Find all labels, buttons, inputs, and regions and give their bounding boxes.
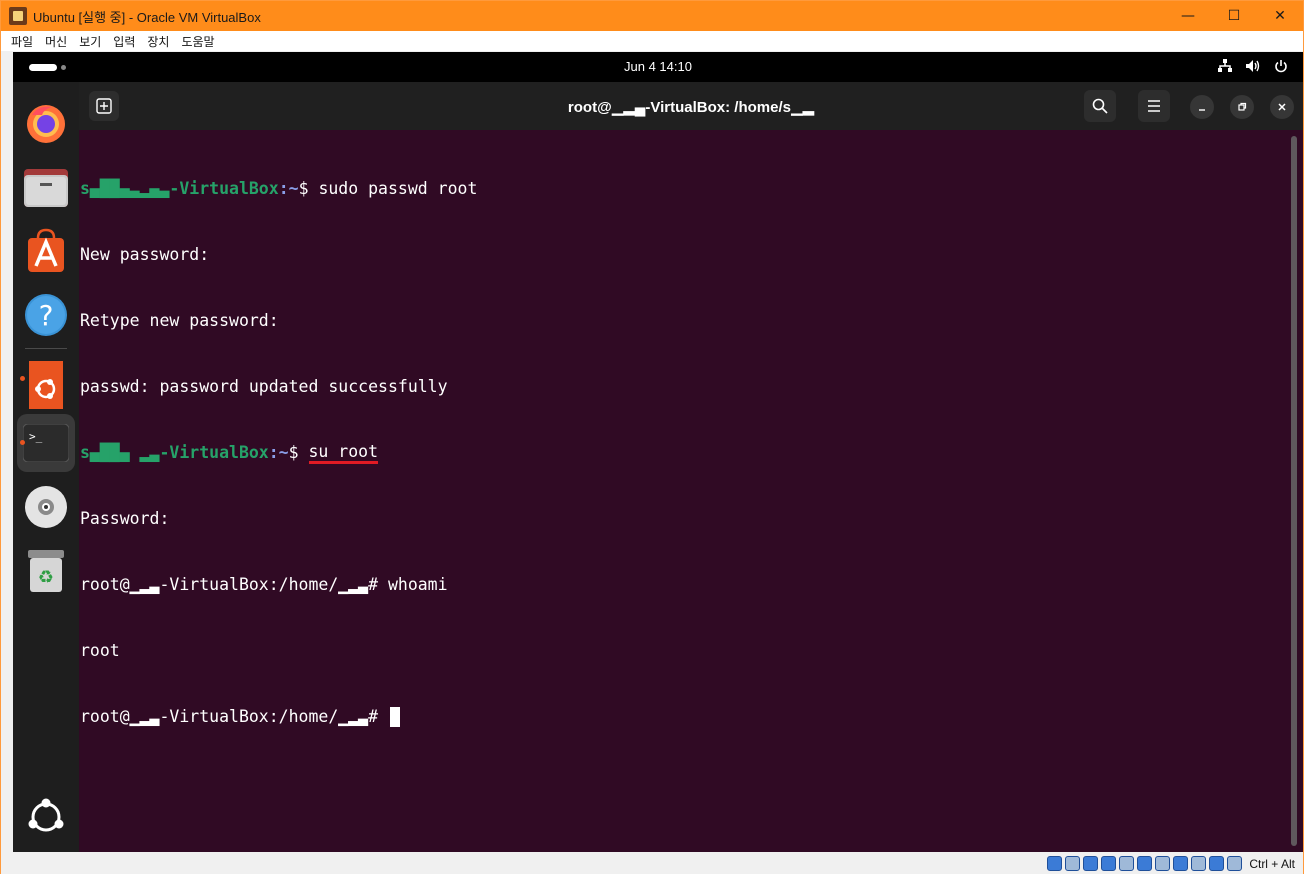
svg-text:♻: ♻ <box>38 567 54 588</box>
terminal-line: passwd: password updated successfully <box>80 376 1289 398</box>
show-apps-button[interactable] <box>17 788 75 846</box>
running-indicator <box>20 376 25 381</box>
prompt-user-host: s▄██▄▃▂▄▃-VirtualBox <box>80 179 279 198</box>
search-icon <box>1092 98 1108 114</box>
restore-icon <box>1238 102 1247 111</box>
terminal-launcher[interactable]: >_ <box>17 414 75 472</box>
output-text: New password: <box>80 245 210 264</box>
minimize-icon <box>1199 109 1205 111</box>
disc-icon <box>25 486 67 528</box>
firefox-launcher[interactable] <box>17 94 75 152</box>
output-text: root@▁▂▃-VirtualBox:/home/▁▂▃# whoami <box>80 575 448 594</box>
menu-file[interactable]: 파일 <box>5 33 39 50</box>
terminal-line: root <box>80 640 1289 662</box>
close-button[interactable]: ✕ <box>1257 1 1303 31</box>
recording-icon[interactable] <box>1173 856 1189 871</box>
terminal-line: Password: <box>80 508 1289 530</box>
terminal-line: Retype new password: <box>80 310 1289 332</box>
trash-launcher[interactable]: ♻ <box>17 542 75 600</box>
search-button[interactable] <box>1084 90 1116 122</box>
host-key-label: Ctrl + Alt <box>1249 856 1295 871</box>
host-titlebar[interactable]: Ubuntu [실행 중] - Oracle VM VirtualBox — ☐… <box>1 1 1303 31</box>
svg-text:?: ? <box>39 299 54 332</box>
app-center-icon <box>28 228 64 272</box>
help-icon: ? <box>25 294 67 336</box>
ubuntu-logo-icon <box>29 361 63 409</box>
prompt-path: :~ <box>268 443 289 462</box>
terminal-scrollbar[interactable] <box>1291 136 1297 846</box>
usb-icon[interactable] <box>1119 856 1135 871</box>
text-cursor <box>389 707 400 727</box>
output-text: root@▁▂▃-VirtualBox:/home/▁▂▃# <box>80 707 388 726</box>
display-icon[interactable] <box>1155 856 1171 871</box>
dock: ? >_ ♻ <box>13 82 79 852</box>
command-text: sudo passwd root <box>318 179 478 198</box>
ubuntu-launcher[interactable] <box>17 356 75 414</box>
files-launcher[interactable] <box>17 158 75 216</box>
menu-help[interactable]: 도움말 <box>175 33 220 50</box>
vm-display[interactable]: Jun 4 14:10 ? >_ ♻ root@▁▂▄-VirtualBox: … <box>13 52 1303 852</box>
prompt-path: :~ <box>278 179 299 198</box>
network-icon <box>1217 58 1233 74</box>
menu-machine[interactable]: 머신 <box>39 33 73 50</box>
highlighted-command: su root <box>308 442 379 464</box>
terminal-window[interactable]: root@▁▂▄-VirtualBox: /home/s▁▂ s▄██▄▃▂▄▃… <box>79 82 1303 852</box>
host-window-title: Ubuntu [실행 중] - Oracle VM VirtualBox <box>33 9 261 25</box>
gnome-top-bar: Jun 4 14:10 <box>13 52 1303 82</box>
audio-icon[interactable] <box>1083 856 1099 871</box>
files-icon <box>24 169 68 207</box>
terminal-title: root@▁▂▄-VirtualBox: /home/s▁▂ <box>567 99 815 116</box>
close-icon <box>1278 103 1286 111</box>
menu-input[interactable]: 입력 <box>107 33 141 50</box>
app-center-launcher[interactable] <box>17 222 75 280</box>
terminal-maximize-button[interactable] <box>1230 95 1254 119</box>
terminal-line: s▄██▄ ▂▃-VirtualBox:~ $ su root <box>80 442 1289 464</box>
show-apps-icon <box>28 798 64 832</box>
minimize-button[interactable]: — <box>1165 1 1211 31</box>
host-statusbar: Ctrl + Alt <box>1 853 1303 874</box>
keyboard-icon[interactable] <box>1227 856 1243 871</box>
svg-text:>_: >_ <box>29 430 43 443</box>
clock[interactable]: Jun 4 14:10 <box>13 59 1303 74</box>
prompt-sign: $ <box>298 179 319 198</box>
terminal-minimize-button[interactable] <box>1190 95 1214 119</box>
output-text: root <box>80 641 120 660</box>
menu-devices[interactable]: 장치 <box>141 33 175 50</box>
hamburger-icon <box>1148 100 1160 112</box>
mouse-integration-icon[interactable] <box>1209 856 1225 871</box>
terminal-line: New password: <box>80 244 1289 266</box>
optical-drive-icon[interactable] <box>1065 856 1081 871</box>
prompt-sign: $ <box>288 443 309 462</box>
power-icon <box>1273 58 1289 74</box>
terminal-output[interactable]: s▄██▄▃▂▄▃-VirtualBox:~ $ sudo passwd root… <box>79 130 1289 852</box>
hard-disk-icon[interactable] <box>1047 856 1063 871</box>
volume-icon <box>1245 58 1261 74</box>
terminal-headerbar[interactable]: root@▁▂▄-VirtualBox: /home/s▁▂ <box>79 82 1303 130</box>
trash-icon: ♻ <box>28 550 64 592</box>
menu-view[interactable]: 보기 <box>73 33 107 50</box>
virtualbox-window: Ubuntu [실행 중] - Oracle VM VirtualBox — ☐… <box>0 0 1304 874</box>
shared-folders-icon[interactable] <box>1137 856 1153 871</box>
network-adapter-icon[interactable] <box>1101 856 1117 871</box>
output-text: Password: <box>80 509 170 528</box>
prompt-user-host: s▄██▄ ▂▃-VirtualBox <box>80 443 269 462</box>
terminal-line: root@▁▂▃-VirtualBox:/home/▁▂▃# whoami <box>80 574 1289 596</box>
firefox-icon <box>27 105 65 143</box>
running-indicator <box>20 440 25 445</box>
terminal-icon: >_ <box>23 424 69 462</box>
system-tray[interactable] <box>1217 58 1289 74</box>
menu-button[interactable] <box>1138 90 1170 122</box>
output-text: Retype new password: <box>80 311 279 330</box>
dock-separator <box>25 348 67 349</box>
cpu-icon[interactable] <box>1191 856 1207 871</box>
host-menubar: 파일 머신 보기 입력 장치 도움말 <box>1 31 1303 51</box>
terminal-line: s▄██▄▃▂▄▃-VirtualBox:~ $ sudo passwd root <box>80 178 1289 200</box>
output-text: passwd: password updated successfully <box>80 377 448 396</box>
maximize-button[interactable]: ☐ <box>1211 1 1257 31</box>
disc-launcher[interactable] <box>17 478 75 536</box>
terminal-line: root@▁▂▃-VirtualBox:/home/▁▂▃# <box>80 706 1289 728</box>
help-launcher[interactable]: ? <box>17 286 75 344</box>
terminal-close-button[interactable] <box>1270 95 1294 119</box>
virtualbox-icon <box>9 7 27 25</box>
